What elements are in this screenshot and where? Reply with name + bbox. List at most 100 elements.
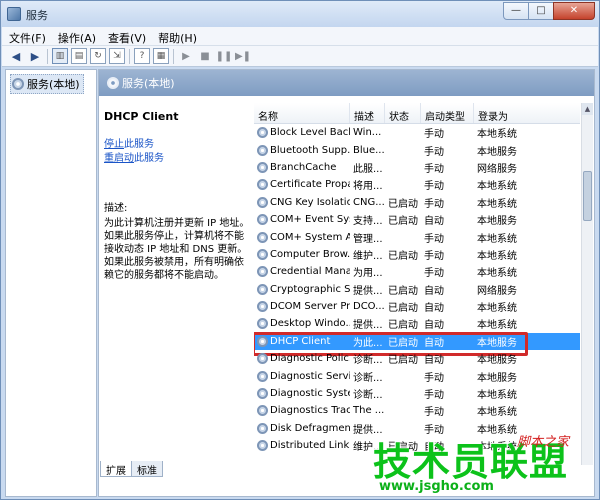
gear-icon — [257, 144, 268, 156]
service-name-text: BranchCache — [270, 161, 337, 173]
column-header-status[interactable]: 状态 — [385, 103, 421, 123]
service-description: 诊断... — [353, 390, 383, 402]
service-row[interactable]: Desktop Windo... 提供... 已启动 自动 本地系统 — [254, 315, 580, 332]
service-row[interactable]: Diagnostic Syste...诊断... 手动 本地系统 — [254, 385, 580, 402]
service-status: 已启动 — [388, 355, 418, 367]
service-startup-type: 手动 — [424, 268, 444, 280]
column-header-startup-type[interactable]: 启动类型 — [421, 103, 474, 123]
services-window: 服务 — □ ✕ 文件(F) 操作(A) 查看(V) 帮助(H) ◀ ▶ ▥ ▤… — [0, 0, 600, 500]
service-startup-type: 自动 — [424, 337, 444, 349]
column-header-description[interactable]: 描述 — [350, 103, 385, 123]
service-name: Distributed Link ... — [254, 440, 350, 452]
pause-service-icon[interactable]: ❚❚ — [216, 48, 233, 64]
service-startup-type: 手动 — [424, 407, 444, 419]
restart-link-underlined[interactable]: 重启动 — [104, 153, 134, 164]
restart-service-link[interactable]: 重启动此服务 — [104, 152, 251, 166]
service-name-text: Bluetooth Supp... — [270, 144, 350, 156]
show-hide-console-tree-icon[interactable]: ▥ — [52, 48, 68, 64]
service-startup-type: 手动 — [424, 198, 444, 210]
column-header-log-on-as[interactable]: 登录为 — [474, 103, 534, 123]
service-row[interactable]: Bluetooth Supp... Blue... 手动 本地服务 — [254, 141, 580, 158]
restart-link-rest: 此服务 — [134, 153, 164, 164]
service-name-text: COM+ System A... — [270, 231, 350, 243]
vertical-scrollbar[interactable]: ▲ — [581, 103, 593, 465]
service-name-text: Diagnostic Polic... — [270, 353, 350, 365]
service-row[interactable]: CNG Key IsolationCNG...已启动手动 本地系统 — [254, 194, 580, 211]
forward-arrow-icon[interactable]: ▶ — [27, 48, 43, 64]
service-description: 诊断... — [353, 372, 383, 384]
refresh-icon[interactable]: ↻ — [90, 48, 106, 64]
service-row[interactable]: Cryptographic S...提供... 已启动自动 网络服务 — [254, 281, 580, 298]
tab-extended[interactable]: 扩展 — [100, 461, 132, 477]
description-text: 为此计算机注册并更新 IP 地址。如果此服务停止，计算机将不能接收动态 IP 地… — [104, 218, 250, 281]
service-name-text: Diagnostics Trac... — [270, 405, 350, 417]
service-row[interactable]: BranchCache 此服... 手动 网络服务 — [254, 159, 580, 176]
maximize-button[interactable]: □ — [528, 2, 554, 20]
service-startup-type: 自动 — [424, 303, 444, 315]
menu-file[interactable]: 文件(F) — [2, 27, 51, 45]
gear-icon — [257, 440, 268, 452]
service-row[interactable]: DCOM Server Pr...DCO...已启动自动 本地系统 — [254, 298, 580, 315]
service-name-text: Diagnostic Servi... — [270, 370, 350, 382]
service-row[interactable]: Diagnostic Polic... 诊断... 已启动 自动 本地服务 — [254, 350, 580, 367]
service-description: Win... — [353, 127, 382, 139]
service-startup-type: 自动 — [424, 285, 444, 297]
gear-icon — [257, 161, 268, 173]
service-name: COM+ Event Sys... — [254, 214, 350, 226]
stop-service-icon[interactable]: ■ — [197, 48, 213, 64]
menu-action[interactable]: 操作(A) — [51, 27, 101, 45]
start-service-icon[interactable]: ▶ — [178, 48, 194, 64]
tab-standard[interactable]: 标准 — [131, 461, 163, 477]
service-status: 已启动 — [388, 285, 418, 297]
service-rows: Block Level Back...Win...手动本地系统Bluetooth… — [254, 124, 580, 454]
service-row[interactable]: Credential Mana...为用... 手动 本地系统 — [254, 263, 580, 280]
title-bar[interactable]: 服务 — □ ✕ — [1, 1, 599, 27]
show-hide-action-pane-icon[interactable]: ▦ — [153, 48, 169, 64]
panel-header: 服务(本地) — [99, 70, 594, 96]
help-icon[interactable]: ? — [134, 48, 150, 64]
service-row[interactable]: Certificate Propa...将用... 手动 本地系统 — [254, 176, 580, 193]
tree-item-services-local[interactable]: 服务(本地) — [10, 74, 84, 94]
scroll-up-button[interactable]: ▲ — [582, 103, 593, 115]
service-row[interactable]: Diagnostics Trac...The ... 手动 本地系统 — [254, 402, 580, 419]
back-arrow-icon[interactable]: ◀ — [8, 48, 24, 64]
service-description: 将用... — [353, 181, 383, 193]
menu-help[interactable]: 帮助(H) — [151, 27, 202, 45]
service-log-on-as: 本地服务 — [477, 146, 517, 158]
service-log-on-as: 本地系统 — [477, 390, 517, 402]
service-row[interactable]: Computer Brow... 维护... 已启动 手动 本地系统 — [254, 246, 580, 263]
service-description: 支持... — [353, 216, 383, 228]
service-description: 诊断... — [353, 355, 383, 367]
service-name: BranchCache — [254, 161, 350, 173]
gear-icon — [107, 77, 119, 89]
gear-icon — [257, 353, 268, 365]
service-name: Diagnostic Polic... — [254, 353, 350, 365]
properties-icon[interactable]: ▤ — [71, 48, 87, 64]
stop-link-underlined[interactable]: 停止 — [104, 139, 124, 150]
stop-link-rest: 此服务 — [124, 139, 154, 150]
scroll-thumb[interactable] — [583, 171, 592, 221]
column-header-name[interactable]: 名称 — [254, 103, 350, 123]
gear-icon — [257, 214, 268, 226]
menu-view[interactable]: 查看(V) — [101, 27, 151, 45]
service-startup-type: 手动 — [424, 250, 444, 262]
service-row[interactable]: Diagnostic Servi...诊断... 手动 本地服务 — [254, 367, 580, 384]
stop-service-link[interactable]: 停止此服务 — [104, 138, 251, 152]
gear-icon — [257, 266, 268, 278]
service-description: 提供... — [353, 320, 383, 332]
service-description: 此服... — [353, 163, 383, 175]
service-row[interactable]: COM+ Event Sys...支持... 已启动自动 本地服务 — [254, 211, 580, 228]
service-row[interactable]: Block Level Back...Win... 手动 本地系统 — [254, 124, 580, 141]
service-name: Desktop Windo... — [254, 318, 350, 330]
restart-service-icon[interactable]: ▶❚ — [235, 48, 251, 64]
console-tree: 服务(本地) — [5, 69, 97, 497]
minimize-button[interactable]: — — [503, 2, 529, 20]
tree-item-label: 服务(本地) — [27, 78, 80, 91]
gear-icon — [257, 283, 268, 295]
service-row-selected[interactable]: DHCP Client 为此... 已启动 自动 本地服务 — [254, 331, 580, 357]
gear-icon — [257, 388, 268, 400]
export-list-icon[interactable]: ⇲ — [109, 48, 125, 64]
service-row[interactable]: COM+ System A...管理... 手动 本地系统 — [254, 228, 580, 245]
close-button[interactable]: ✕ — [553, 2, 595, 20]
service-name-text: Distributed Link ... — [270, 440, 350, 452]
